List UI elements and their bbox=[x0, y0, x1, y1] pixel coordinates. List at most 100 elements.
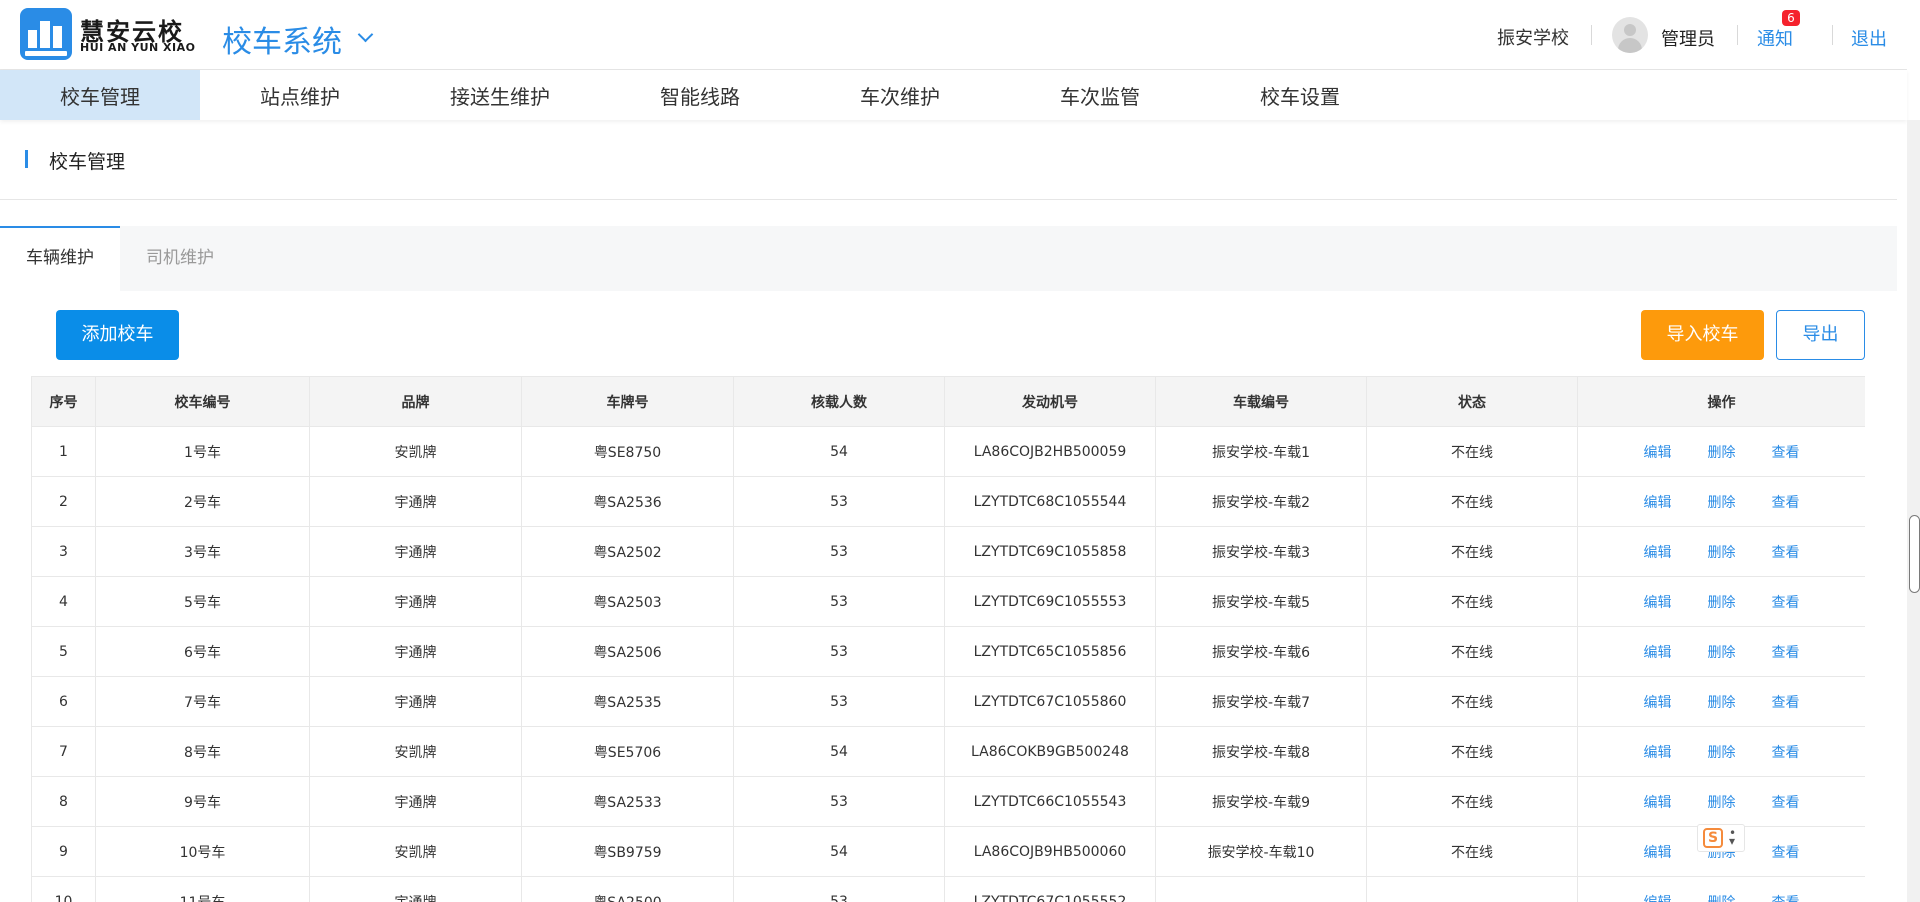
delete-link[interactable]: 删除 bbox=[1708, 795, 1736, 811]
table-cell: 53 bbox=[733, 776, 945, 827]
view-link[interactable]: 查看 bbox=[1772, 695, 1800, 711]
delete-link[interactable]: 删除 bbox=[1708, 645, 1736, 661]
user-name[interactable]: 管理员 bbox=[1661, 25, 1715, 51]
brand-name-en: HUI AN YUN XIAO bbox=[80, 41, 196, 54]
table-cell: 宇通牌 bbox=[309, 776, 522, 827]
view-link[interactable]: 查看 bbox=[1772, 495, 1800, 511]
edit-link[interactable]: 编辑 bbox=[1644, 495, 1672, 511]
nav-item-bus-settings[interactable]: 校车设置 bbox=[1200, 70, 1400, 120]
sogou-ime-icon[interactable]: S bbox=[1703, 828, 1723, 848]
column-header: 校车编号 bbox=[95, 376, 310, 427]
table-cell: 54 bbox=[733, 426, 945, 477]
tab-vehicle-maintenance[interactable]: 车辆维护 bbox=[0, 226, 120, 291]
delete-link[interactable]: 删除 bbox=[1708, 695, 1736, 711]
table-cell: 安凯牌 bbox=[309, 426, 522, 477]
edit-link[interactable]: 编辑 bbox=[1644, 745, 1672, 761]
table-row: 9 10号车 安凯牌 粤SB9759 54 LA86COJB9HB500060 振安学校-车… bbox=[31, 826, 1865, 877]
delete-link[interactable]: 删除 bbox=[1708, 895, 1736, 902]
nav-item-smart-routes[interactable]: 智能线路 bbox=[600, 70, 800, 120]
scrollbar-thumb[interactable] bbox=[1909, 515, 1920, 593]
logout-link[interactable]: 退出 bbox=[1851, 25, 1887, 51]
nav-item-trip-monitoring[interactable]: 车次监管 bbox=[1000, 70, 1200, 120]
edit-link[interactable]: 编辑 bbox=[1644, 545, 1672, 561]
column-header: 车牌号 bbox=[521, 376, 734, 427]
notification-link[interactable]: 通知 bbox=[1757, 25, 1793, 51]
table-cell: 宇通牌 bbox=[309, 576, 522, 627]
table-cell: 振安学校-车载2 bbox=[1155, 476, 1367, 527]
delete-link[interactable]: 删除 bbox=[1708, 595, 1736, 611]
edit-link[interactable]: 编辑 bbox=[1644, 845, 1672, 861]
chevron-down-icon[interactable] bbox=[357, 26, 374, 43]
title-accent-bar bbox=[25, 150, 28, 168]
table-cell: 不在线 bbox=[1366, 426, 1578, 477]
table-cell: 不在线 bbox=[1366, 476, 1578, 527]
import-bus-button[interactable]: 导入校车 bbox=[1641, 310, 1764, 360]
table-cell: 2号车 bbox=[95, 476, 310, 527]
nav-item-stop-maintenance[interactable]: 站点维护 bbox=[200, 70, 400, 120]
column-header: 操作 bbox=[1577, 376, 1865, 427]
edit-link[interactable]: 编辑 bbox=[1644, 445, 1672, 461]
edit-link[interactable]: 编辑 bbox=[1644, 645, 1672, 661]
bus-table: 序号 校车编号 品牌 车牌号 核载人数 发动机号 车载编号 状态 操作 1 1号车… bbox=[31, 376, 1865, 902]
ime-menu-icon[interactable]: • ▾ bbox=[1729, 827, 1736, 847]
table-cell: 不在线 bbox=[1366, 776, 1578, 827]
delete-link[interactable]: 删除 bbox=[1708, 745, 1736, 761]
edit-link[interactable]: 编辑 bbox=[1644, 695, 1672, 711]
table-cell: 粤SE5706 bbox=[521, 726, 734, 777]
column-header: 核载人数 bbox=[733, 376, 945, 427]
view-link[interactable]: 查看 bbox=[1772, 545, 1800, 561]
row-actions: 编辑 删除 查看 bbox=[1577, 526, 1865, 577]
table-cell: 粤SA2535 bbox=[521, 676, 734, 727]
view-link[interactable]: 查看 bbox=[1772, 445, 1800, 461]
nav-item-student-pickup[interactable]: 接送生维护 bbox=[400, 70, 600, 120]
user-avatar-icon[interactable] bbox=[1612, 17, 1648, 53]
view-link[interactable]: 查看 bbox=[1772, 595, 1800, 611]
add-bus-button[interactable]: 添加校车 bbox=[56, 310, 179, 360]
table-cell: LZYTDTC65C1055856 bbox=[944, 626, 1156, 677]
table-cell: 2 bbox=[31, 476, 96, 527]
tab-driver-maintenance[interactable]: 司机维护 bbox=[120, 226, 240, 291]
row-actions: 编辑 删除 查看 bbox=[1577, 626, 1865, 677]
view-link[interactable]: 查看 bbox=[1772, 795, 1800, 811]
table-cell: LZYTDTC68C1055544 bbox=[944, 476, 1156, 527]
table-row: 7 8号车 安凯牌 粤SE5706 54 LA86COKB9GB500248 振安学校-车载… bbox=[31, 726, 1865, 777]
table-cell: 53 bbox=[733, 626, 945, 677]
view-link[interactable]: 查看 bbox=[1772, 895, 1800, 902]
export-button[interactable]: 导出 bbox=[1776, 310, 1865, 360]
nav-item-trip-maintenance[interactable]: 车次维护 bbox=[800, 70, 1000, 120]
table-cell: 振安学校-车载6 bbox=[1155, 626, 1367, 677]
view-link[interactable]: 查看 bbox=[1772, 845, 1800, 861]
ime-toolbar[interactable]: S • ▾ bbox=[1697, 824, 1745, 852]
table-cell: 粤SA2533 bbox=[521, 776, 734, 827]
table-row: 8 9号车 宇通牌 粤SA2533 53 LZYTDTC66C1055543 振安学校-车载… bbox=[31, 776, 1865, 827]
header-divider bbox=[1737, 25, 1738, 45]
delete-link[interactable]: 删除 bbox=[1708, 495, 1736, 511]
system-title[interactable]: 校车系统 bbox=[222, 17, 342, 61]
delete-link[interactable]: 删除 bbox=[1708, 445, 1736, 461]
table-cell: 7号车 bbox=[95, 676, 310, 727]
view-link[interactable]: 查看 bbox=[1772, 645, 1800, 661]
edit-link[interactable]: 编辑 bbox=[1644, 795, 1672, 811]
table-row: 6 7号车 宇通牌 粤SA2535 53 LZYTDTC67C1055860 振安学校-车载… bbox=[31, 676, 1865, 727]
nav-item-bus-management[interactable]: 校车管理 bbox=[0, 70, 200, 120]
row-actions: 编辑 删除 查看 bbox=[1577, 876, 1865, 902]
table-cell: 54 bbox=[733, 726, 945, 777]
app-header: 慧安云校 HUI AN YUN XIAO 校车系统 振安学校 管理员 通知 6 … bbox=[0, 0, 1907, 70]
table-cell: 1 bbox=[31, 426, 96, 477]
table-cell: 不在线 bbox=[1366, 676, 1578, 727]
table-cell: 振安学校-车载1 bbox=[1155, 426, 1367, 477]
delete-link[interactable]: 删除 bbox=[1708, 545, 1736, 561]
table-cell: 振安学校-车载5 bbox=[1155, 576, 1367, 627]
table-row: 3 3号车 宇通牌 粤SA2502 53 LZYTDTC69C1055858 振安学校-车载… bbox=[31, 526, 1865, 577]
view-link[interactable]: 查看 bbox=[1772, 745, 1800, 761]
edit-link[interactable]: 编辑 bbox=[1644, 595, 1672, 611]
table-cell: 5号车 bbox=[95, 576, 310, 627]
edit-link[interactable]: 编辑 bbox=[1644, 895, 1672, 902]
table-cell: 1号车 bbox=[95, 426, 310, 477]
table-cell: LZYTDTC69C1055553 bbox=[944, 576, 1156, 627]
column-header: 状态 bbox=[1366, 376, 1578, 427]
row-actions: 编辑 删除 查看 bbox=[1577, 576, 1865, 627]
page-scrollbar[interactable] bbox=[1907, 120, 1920, 902]
table-cell: LZYTDTC69C1055858 bbox=[944, 526, 1156, 577]
header-divider bbox=[1832, 25, 1833, 45]
